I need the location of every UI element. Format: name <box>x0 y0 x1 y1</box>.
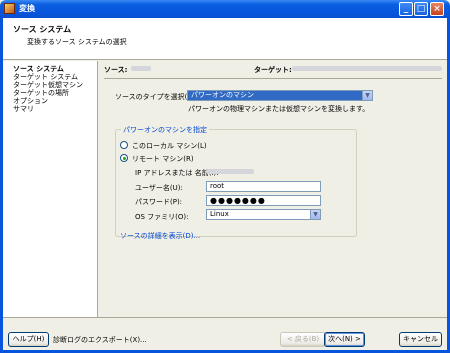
remote-machine-radio[interactable] <box>120 154 128 162</box>
page-subtitle: 変換するソース システムの選択 <box>27 38 127 46</box>
os-family-value: Linux <box>210 210 229 218</box>
window-title: 変換 <box>19 4 35 13</box>
export-logs-link[interactable]: 診断ログのエクスポート(X)... <box>53 335 147 345</box>
maximize-button[interactable]: □ <box>414 2 428 16</box>
username-field[interactable]: root <box>206 181 321 192</box>
help-button[interactable]: ヘルプ(H) <box>8 332 49 347</box>
source-value-redacted <box>131 66 151 71</box>
back-button[interactable]: < 戻る(B) <box>280 332 326 347</box>
remote-machine-label[interactable]: リモート マシン(R) <box>132 154 194 164</box>
minimize-button[interactable]: _ <box>399 2 413 16</box>
source-target-bar: ソース: ターゲット: <box>104 64 442 74</box>
step-options[interactable]: オプション <box>13 97 97 105</box>
wizard-steps: ソース システム ターゲット システム ターゲット仮想マシン ターゲットの場所 … <box>3 61 98 317</box>
group-title: パワーオンのマシンを指定 <box>121 125 209 135</box>
local-machine-radio[interactable] <box>120 141 128 149</box>
source-type-label: ソースのタイプを選択(T): <box>115 93 197 101</box>
next-button[interactable]: 次へ(N) > <box>324 332 365 347</box>
source-type-select[interactable]: パワーオンのマシン ▼ <box>187 90 373 101</box>
view-source-details-link[interactable]: ソースの詳細を表示(D)... <box>120 231 200 241</box>
password-label: パスワード(P): <box>135 198 183 206</box>
step-target-system[interactable]: ターゲット システム <box>13 73 97 81</box>
source-label: ソース: <box>104 66 128 74</box>
wizard-footer: ヘルプ(H) 診断ログのエクスポート(X)... < 戻る(B) 次へ(N) >… <box>3 317 447 350</box>
source-type-description: パワーオンの物理マシンまたは仮想マシンを変換します。 <box>188 105 370 113</box>
os-family-label: OS ファミリ(O): <box>135 213 189 221</box>
wizard-header: ソース システム 変換するソース システムの選択 <box>3 18 447 60</box>
close-button[interactable]: × <box>430 2 444 16</box>
step-target-location[interactable]: ターゲットの場所 <box>13 89 97 97</box>
step-source-system[interactable]: ソース システム <box>13 65 97 73</box>
step-target-vm[interactable]: ターゲット仮想マシン <box>13 81 97 89</box>
main-panel: ソース: ターゲット: ソースのタイプを選択(T): パワーオンのマシン ▼ パ… <box>99 61 447 317</box>
step-summary[interactable]: サマリ <box>13 105 97 113</box>
username-label: ユーザー名(U): <box>135 184 183 192</box>
source-type-value: パワーオンのマシン <box>191 91 254 99</box>
local-machine-label[interactable]: このローカル マシン(L) <box>132 141 207 151</box>
ip-value-redacted <box>206 169 254 174</box>
target-label: ターゲット: <box>254 66 292 74</box>
cancel-button[interactable]: キャンセル <box>399 332 442 347</box>
ip-field[interactable] <box>206 166 321 177</box>
chevron-down-icon[interactable]: ▼ <box>362 91 372 100</box>
title-bar: 変換 _ □ × <box>0 0 450 18</box>
separator <box>104 78 442 79</box>
page-title: ソース システム <box>13 25 72 34</box>
os-family-select[interactable]: Linux ▼ <box>206 209 321 220</box>
app-icon <box>4 3 15 14</box>
chevron-down-icon[interactable]: ▼ <box>310 210 320 219</box>
password-field[interactable]: ●●●●●●● <box>206 195 321 206</box>
target-value-redacted <box>292 66 442 71</box>
